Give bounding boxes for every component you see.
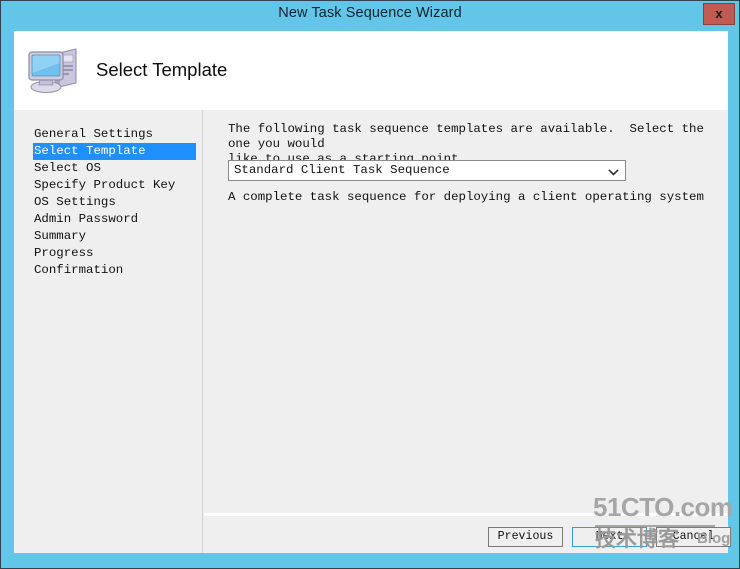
- sidebar-item-os-settings[interactable]: OS Settings: [33, 194, 116, 211]
- template-dropdown[interactable]: Standard Client Task Sequence: [228, 160, 626, 181]
- main-content: The following task sequence templates ar…: [204, 110, 728, 553]
- sidebar-item-progress[interactable]: Progress: [33, 245, 94, 262]
- sidebar-item-admin-password[interactable]: Admin Password: [33, 211, 138, 228]
- title-bar: New Task Sequence Wizard x: [1, 1, 739, 29]
- sidebar-item-general-settings[interactable]: General Settings: [33, 126, 153, 143]
- next-button[interactable]: Next: [572, 527, 647, 547]
- sidebar-divider: [202, 110, 203, 553]
- sidebar-item-select-template[interactable]: Select Template: [33, 143, 196, 160]
- template-description: A complete task sequence for deploying a…: [228, 190, 704, 204]
- computer-icon: [26, 43, 84, 97]
- cancel-button[interactable]: Cancel: [656, 527, 731, 547]
- previous-button[interactable]: Previous: [488, 527, 563, 547]
- wizard-footer: Previous Next Cancel: [204, 516, 731, 553]
- sidebar-item-summary[interactable]: Summary: [33, 228, 86, 245]
- close-icon: x: [715, 6, 723, 21]
- wizard-window: New Task Sequence Wizard x Select Templa…: [0, 0, 740, 569]
- sidebar-item-select-os[interactable]: Select OS: [33, 160, 101, 177]
- page-title: Select Template: [96, 59, 228, 80]
- wizard-header: Select Template: [14, 31, 728, 110]
- template-dropdown-value: Standard Client Task Sequence: [234, 163, 450, 177]
- wizard-body: General Settings Select Template Select …: [14, 110, 731, 553]
- sidebar-item-specify-product-key[interactable]: Specify Product Key: [33, 177, 175, 194]
- sidebar-item-confirmation[interactable]: Confirmation: [33, 262, 123, 279]
- chevron-down-icon: [608, 165, 619, 176]
- window-title: New Task Sequence Wizard: [278, 5, 462, 21]
- wizard-step-list: General Settings Select Template Select …: [14, 110, 202, 553]
- close-button[interactable]: x: [703, 3, 735, 25]
